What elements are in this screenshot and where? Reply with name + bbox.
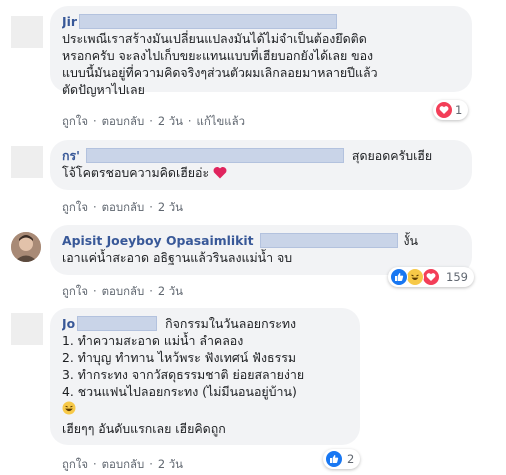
avatar[interactable] xyxy=(11,16,43,48)
comment-actions: ถูกใจ · ตอบกลับ · 2 วัน · แก้ไขแล้ว xyxy=(62,114,246,128)
emoji-line xyxy=(62,400,350,417)
heart-emoji-icon xyxy=(213,166,227,179)
comment-text-line: เอาแค่น้ำสะอาด อธิฐานแล้วรินลงแม่น้ำ จบ xyxy=(62,250,293,265)
reaction-count: 159 xyxy=(446,270,468,284)
grinning-face-icon xyxy=(62,401,76,415)
comment-text: งั้น xyxy=(403,233,418,248)
redacted-name xyxy=(77,316,158,331)
comment-text: กิจกรรมในวันลอยกระทง xyxy=(165,316,297,331)
comment-text-line: 2. ทำบุญ ทำทาน ไหว้พระ ฟังเทศน์ ฟังธรรม xyxy=(62,350,297,365)
edited-label[interactable]: แก้ไขแล้ว xyxy=(197,114,245,128)
reactions-pill[interactable]: 2 xyxy=(323,449,361,469)
avatar[interactable] xyxy=(11,313,43,345)
redacted-text xyxy=(259,233,398,248)
comment-text-line: 1. ทำความสะอาด แม่น้ำ ลำคลอง xyxy=(62,333,244,348)
profile-photo-icon xyxy=(11,232,41,262)
comment-bubble: กร' สุดยอดครับเฮีย โจ้โคตรชอบความคิดเฮีย… xyxy=(50,140,472,190)
reaction-count: 1 xyxy=(455,103,463,117)
comment-text-line: ตัดปัญหาไปเลย xyxy=(62,82,145,97)
comment-header-line: Jir xyxy=(62,13,462,30)
comment-author[interactable]: Jir xyxy=(62,14,77,29)
like-reaction-icon xyxy=(390,268,408,286)
comment-actions: ถูกใจ · ตอบกลับ · 2 วัน xyxy=(62,457,183,471)
timestamp[interactable]: 2 วัน xyxy=(158,457,183,471)
comment-author[interactable]: Apisit Joeyboy Opasaimlikit xyxy=(62,233,254,248)
comment-text-line: 3. ทำกระทง จากวัสดุธรรมชาติ ย่อยสลายง่าย xyxy=(62,367,305,382)
reply-link[interactable]: ตอบกลับ xyxy=(102,114,145,128)
comment-text-line: โจ้โคตรชอบความคิดเฮียอ่ะ xyxy=(62,164,462,181)
timestamp[interactable]: 2 วัน xyxy=(158,114,183,128)
like-link[interactable]: ถูกใจ xyxy=(62,200,88,214)
comment-bubble: Jo กิจกรรมในวันลอยกระทง 1. ทำความสะอาด แ… xyxy=(50,308,360,445)
haha-reaction-icon xyxy=(406,268,424,286)
comment-text-line: เฮียๆๆ อันดับแรกเลย เฮียคิดถูก xyxy=(62,421,226,436)
timestamp[interactable]: 2 วัน xyxy=(158,284,183,298)
reply-link[interactable]: ตอบกลับ xyxy=(102,200,145,214)
reply-link[interactable]: ตอบกลับ xyxy=(102,284,145,298)
comment-header-line: Jo กิจกรรมในวันลอยกระทง xyxy=(62,315,350,332)
comment-text: โจ้โคตรชอบความคิดเฮียอ่ะ xyxy=(62,165,210,180)
like-link[interactable]: ถูกใจ xyxy=(62,114,88,128)
like-reaction-icon xyxy=(325,450,343,468)
heart-reaction-icon xyxy=(435,101,453,119)
comment-text-line: 4. ชวนแฟนไปลอยกระทง (ไม่มีนอนอยู่บ้าน) xyxy=(62,384,297,399)
redacted-name xyxy=(85,148,344,163)
comment-text-line: แบบนี้มันอยู่ที่ความคิดจริงๆส่วนตัวผมเลิ… xyxy=(62,65,378,80)
reactions-pill[interactable]: 159 xyxy=(388,267,474,287)
comment-text: สุดยอดครับเฮีย xyxy=(351,148,433,163)
comment-bubble: Jir ประเพณีเราสร้างมันเปลี่ยนแปลงมันได้ไ… xyxy=(50,6,472,97)
like-link[interactable]: ถูกใจ xyxy=(62,284,88,298)
avatar[interactable] xyxy=(11,146,43,178)
avatar[interactable] xyxy=(11,232,41,262)
redacted-name xyxy=(78,14,337,29)
reply-link[interactable]: ตอบกลับ xyxy=(102,457,145,471)
reaction-count: 2 xyxy=(347,452,355,466)
reactions-pill[interactable]: 1 xyxy=(433,100,469,120)
love-reaction-icon xyxy=(422,268,440,286)
timestamp[interactable]: 2 วัน xyxy=(158,200,183,214)
comment-text-line: หรอกครับ จะลงไปเก็บขยะแทนแบบที่เฮียบอกยั… xyxy=(62,48,374,63)
comment-actions: ถูกใจ · ตอบกลับ · 2 วัน xyxy=(62,200,183,214)
comment-text-line: ประเพณีเราสร้างมันเปลี่ยนแปลงมันได้ไม่จำ… xyxy=(62,31,367,46)
comment-author[interactable]: Jo xyxy=(62,316,75,331)
comment-author[interactable]: กร' xyxy=(62,148,80,163)
comment-header-line: กร' สุดยอดครับเฮีย xyxy=(62,147,462,164)
like-link[interactable]: ถูกใจ xyxy=(62,457,88,471)
comment-actions: ถูกใจ · ตอบกลับ · 2 วัน xyxy=(62,284,183,298)
comment-header-line: Apisit Joeyboy Opasaimlikit งั้น xyxy=(62,232,462,249)
